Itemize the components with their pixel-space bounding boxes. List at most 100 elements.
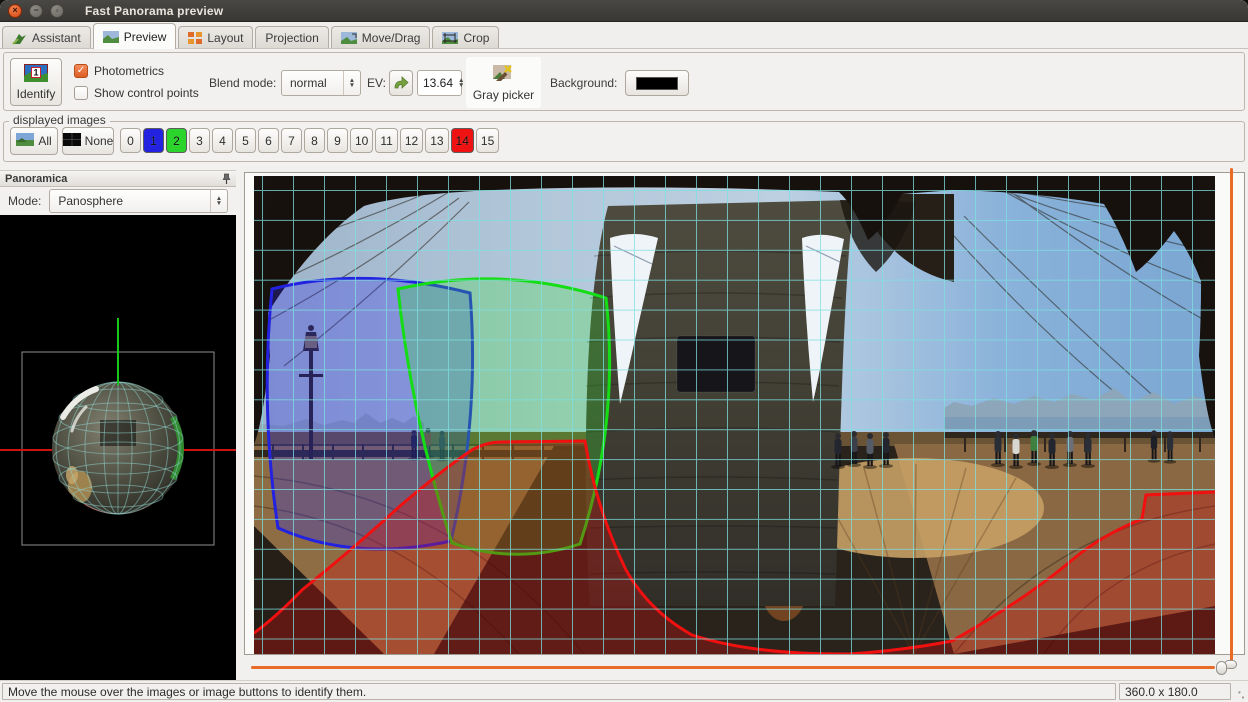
panoramica-panel: Panoramica Mode: Panosphere ▲▼ (0, 166, 236, 680)
move-drag-icon (341, 32, 357, 44)
checkbox-box (74, 64, 88, 78)
app-window: × − ▫ Fast Panorama preview Assistant Pr… (0, 0, 1248, 702)
panorama-dimensions: 360.0 x 180.0 (1119, 683, 1231, 700)
displayed-images-legend: displayed images (9, 113, 110, 127)
svg-text:1: 1 (33, 67, 38, 77)
panorama-image[interactable] (254, 176, 1215, 654)
tab-label: Assistant (32, 31, 81, 45)
blend-mode-select[interactable]: normal ▲▼ (281, 70, 361, 96)
image-toggle-6[interactable]: 6 (258, 128, 279, 153)
image-toggle-7[interactable]: 7 (281, 128, 302, 153)
show-all-images-button[interactable]: All (10, 127, 58, 155)
mode-label: Mode: (8, 194, 41, 208)
panorama-frame (244, 172, 1245, 655)
crop-icon (442, 32, 458, 44)
background-color-button[interactable] (625, 70, 689, 96)
show-control-points-checkbox[interactable]: Show control points (74, 86, 199, 100)
mode-select[interactable]: Panosphere ▲▼ (49, 189, 228, 213)
horizontal-scroll-slider[interactable] (251, 660, 1227, 676)
image-toggle-10[interactable]: 10 (350, 128, 373, 153)
tab-projection[interactable]: Projection (255, 26, 328, 49)
resize-grip[interactable] (1234, 683, 1246, 700)
background-color-swatch (636, 77, 678, 90)
tab-crop[interactable]: Crop (432, 26, 499, 49)
image-toggle-11[interactable]: 11 (375, 128, 397, 153)
show-control-points-label: Show control points (94, 86, 199, 100)
all-images-icon (16, 133, 34, 149)
image-toggle-4[interactable]: 4 (212, 128, 233, 153)
status-message: Move the mouse over the images or image … (2, 683, 1116, 700)
identify-button[interactable]: 1 Identify (10, 58, 62, 106)
none-label: None (85, 134, 114, 148)
image-toggle-5[interactable]: 5 (235, 128, 256, 153)
ev-value: 13.64 (418, 71, 458, 95)
ev-reset-button[interactable] (389, 70, 413, 96)
image-toggle-15[interactable]: 15 (476, 128, 499, 153)
image-toggle-0[interactable]: 0 (120, 128, 141, 153)
close-icon: × (9, 5, 21, 17)
photometrics-checkbox[interactable]: Photometrics (74, 64, 164, 78)
gray-picker-icon (492, 63, 516, 86)
spinner-arrows-icon: ▲▼ (458, 71, 464, 95)
image-toggle-3[interactable]: 3 (189, 128, 210, 153)
tab-label: Layout (207, 31, 243, 45)
tab-label: Move/Drag (362, 31, 421, 45)
tab-label: Projection (265, 31, 318, 45)
identify-icon: 1 (24, 64, 48, 85)
image-toggle-9[interactable]: 9 (327, 128, 348, 153)
assistant-icon (12, 32, 27, 45)
grid-overlay (254, 176, 1215, 654)
titlebar: × − ▫ Fast Panorama preview (0, 0, 1248, 22)
checkbox-box (74, 86, 88, 100)
image-toggle-12[interactable]: 12 (400, 128, 423, 153)
image-toggle-2[interactable]: 2 (166, 128, 187, 153)
tab-preview[interactable]: Preview (93, 23, 177, 49)
layout-icon (188, 32, 202, 44)
background-label: Background: (550, 76, 617, 90)
image-toggle-13[interactable]: 13 (425, 128, 448, 153)
tab-assistant[interactable]: Assistant (2, 26, 91, 49)
no-images-icon (63, 133, 81, 149)
panoramica-header: Panoramica (0, 170, 236, 187)
minimize-button[interactable]: − (29, 4, 43, 18)
image-toggle-1[interactable]: 1 (143, 128, 164, 153)
tab-move-drag[interactable]: Move/Drag (331, 26, 431, 49)
all-label: All (38, 134, 51, 148)
blend-mode-label: Blend mode: (209, 76, 276, 90)
maximize-icon: ▫ (51, 5, 63, 17)
window-title: Fast Panorama preview (85, 4, 223, 18)
image-toggle-8[interactable]: 8 (304, 128, 325, 153)
ev-label: EV: (367, 76, 386, 90)
vertical-scroll-slider[interactable] (1224, 168, 1238, 677)
status-bar: Move the mouse over the images or image … (0, 680, 1248, 702)
preview-pane (240, 166, 1248, 680)
tab-bar: Assistant Preview Layout Projection Move… (0, 22, 1248, 49)
horizontal-slider-track (251, 666, 1215, 669)
show-no-images-button[interactable]: None (62, 127, 114, 155)
tab-label: Preview (124, 30, 167, 44)
close-button[interactable]: × (8, 4, 22, 18)
gray-picker-button[interactable]: Gray picker (466, 57, 541, 108)
mode-value: Panosphere (50, 190, 210, 212)
maximize-button[interactable]: ▫ (50, 4, 64, 18)
blend-mode-value: normal (282, 71, 343, 95)
vertical-slider-track (1230, 168, 1233, 667)
displayed-images-group: displayed images All None 01234567891011… (3, 121, 1245, 162)
preview-toolbar: 1 Identify Photometrics Show control poi… (3, 52, 1245, 111)
ev-spinner[interactable]: 13.64 ▲▼ (417, 70, 462, 96)
minimize-icon: − (30, 5, 42, 17)
horizontal-slider-handle[interactable] (1216, 661, 1227, 675)
spinner-arrows-icon: ▲▼ (210, 190, 227, 212)
pin-icon[interactable] (222, 173, 231, 185)
preview-icon (103, 31, 119, 43)
main-area: Panoramica Mode: Panosphere ▲▼ (0, 166, 1248, 680)
image-toggle-row: 0123456789101112131415 (120, 128, 499, 153)
panosphere-3d-view (0, 215, 236, 678)
tab-layout[interactable]: Layout (178, 26, 253, 49)
ev-reset-icon (393, 75, 409, 92)
panosphere-canvas[interactable] (0, 215, 236, 680)
spinner-arrows-icon: ▲▼ (343, 71, 360, 95)
mode-row: Mode: Panosphere ▲▼ (0, 187, 236, 215)
panoramica-title: Panoramica (5, 173, 67, 185)
image-toggle-14[interactable]: 14 (451, 128, 474, 153)
